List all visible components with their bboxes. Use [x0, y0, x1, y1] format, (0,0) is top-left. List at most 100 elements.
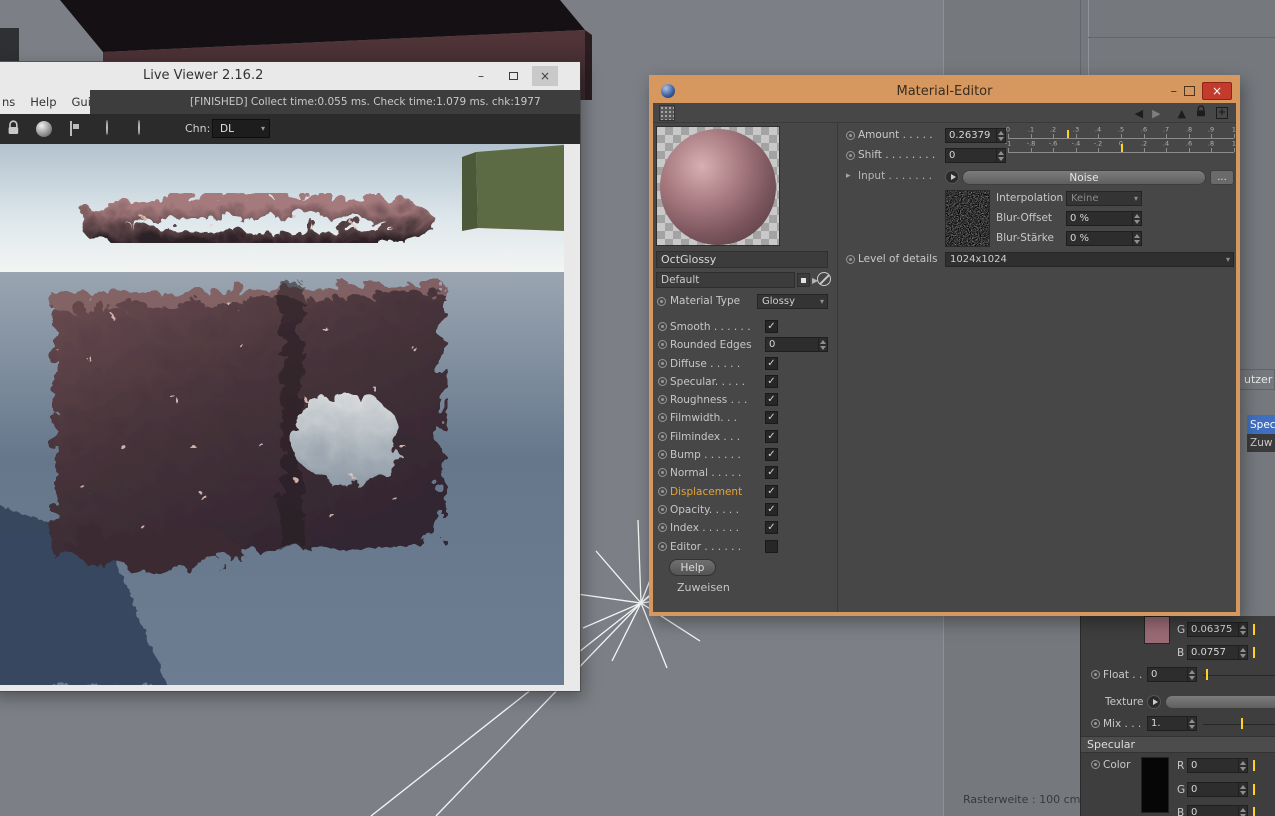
mix-value-field[interactable]: 1.	[1147, 716, 1197, 731]
b2-value-field[interactable]: 0	[1187, 805, 1248, 816]
menu-item-gui[interactable]: Gui	[72, 95, 91, 109]
channel-dropdown[interactable]: DL ▾	[212, 119, 270, 138]
material-name-field[interactable]: OctGlossy	[656, 251, 828, 268]
material-type-anim-dot-icon[interactable]	[657, 297, 666, 306]
float-slider-track[interactable]	[1203, 675, 1275, 676]
channel-checkbox-filmwidth[interactable]: ✓	[765, 411, 778, 425]
preset-swatch-button[interactable]	[797, 273, 810, 287]
lod-anim-dot-icon[interactable]	[846, 255, 855, 264]
maximize-button[interactable]	[1184, 86, 1195, 96]
close-button[interactable]: ×	[1202, 82, 1232, 100]
channel-anim-dot-icon[interactable]	[658, 413, 667, 423]
shift-scale[interactable]: -1-.8-.6-.4-.20.2.4.6.81	[1005, 140, 1236, 154]
blur-offset-field[interactable]: 0 %	[1066, 211, 1142, 226]
mix-slider-track[interactable]	[1203, 724, 1275, 725]
interpolation-dropdown[interactable]: Keine ▾	[1066, 191, 1142, 206]
menu-item-cut[interactable]: ns	[2, 95, 15, 109]
noise-shader-button[interactable]: Noise	[962, 170, 1206, 185]
texture-node-button[interactable]	[1147, 695, 1161, 709]
b2-slider-handle[interactable]	[1253, 807, 1255, 816]
float-value-field[interactable]: 0	[1147, 667, 1197, 682]
channel-anim-dot-icon[interactable]	[658, 504, 667, 514]
channel-anim-dot-icon[interactable]	[658, 468, 667, 478]
material-editor-titlebar[interactable]: Material-Editor – ×	[653, 79, 1236, 103]
channel-checkbox-editor[interactable]	[765, 539, 778, 553]
g2-slider-handle[interactable]	[1253, 784, 1255, 795]
lock-icon[interactable]	[6, 120, 21, 139]
preset-dropdown[interactable]: Default	[656, 272, 795, 288]
minimize-button[interactable]: –	[1171, 84, 1178, 99]
channel-anim-dot-icon[interactable]	[658, 376, 667, 386]
channel-anim-dot-icon[interactable]	[658, 431, 667, 441]
input-node-button[interactable]	[945, 170, 959, 184]
channel-checkbox-smooth[interactable]: ✓	[765, 320, 778, 333]
channel-anim-dot-icon[interactable]	[658, 322, 667, 331]
channel-anim-dot-icon[interactable]	[658, 395, 667, 405]
noise-texture-thumbnail[interactable]	[945, 190, 990, 247]
color-anim-dot-icon[interactable]	[1091, 760, 1100, 769]
blur-strength-field[interactable]: 0 %	[1066, 231, 1142, 246]
specular-color-swatch[interactable]	[1141, 757, 1169, 813]
color-swatch-mauve[interactable]	[1144, 616, 1170, 644]
channel-checkbox-displacement[interactable]: ✓	[765, 484, 778, 498]
zuweisen-label[interactable]: Zuweisen	[677, 581, 730, 594]
amount-scale[interactable]: 0 .1 .2 .3 .4 .5 .6 .7 .8 .9 1	[1006, 126, 1236, 140]
render-view[interactable]	[0, 144, 564, 685]
channel-anim-dot-icon[interactable]	[658, 541, 667, 551]
scale-marker[interactable]	[1121, 144, 1123, 153]
input-expander-icon[interactable]: ▸	[846, 171, 851, 181]
channel-checkbox-bump[interactable]: ✓	[765, 448, 778, 462]
channel-anim-dot-icon[interactable]	[658, 450, 667, 460]
region-render-icon[interactable]	[70, 121, 72, 136]
shift-value-field[interactable]: 0	[945, 148, 1006, 163]
material-type-dropdown[interactable]: Glossy ▾	[757, 294, 828, 309]
amount-value-field[interactable]: 0.26379	[945, 128, 1006, 143]
channel-checkbox-specular[interactable]: ✓	[765, 374, 778, 388]
channel-checkbox-filmindex[interactable]: ✓	[765, 429, 778, 443]
channel-checkbox-roughness[interactable]: ✓	[765, 393, 778, 407]
channel-anim-dot-icon[interactable]	[658, 523, 667, 533]
b-value-field[interactable]: 0.0757	[1187, 645, 1248, 660]
background-tab-cut[interactable]: utzer	[1239, 369, 1275, 390]
g-slider-handle[interactable]	[1253, 624, 1255, 635]
preview-disable-icon[interactable]	[817, 272, 831, 286]
specular-section-header[interactable]: Specular	[1081, 736, 1275, 753]
r2-slider-handle[interactable]	[1253, 760, 1255, 771]
grid-icon[interactable]	[659, 105, 675, 121]
selected-item-spec[interactable]: Spec	[1247, 415, 1275, 434]
lock-icon[interactable]	[1195, 105, 1207, 121]
material-preview[interactable]	[656, 126, 780, 246]
channel-anim-dot-icon[interactable]	[658, 486, 667, 496]
more-options-button[interactable]: ...	[1210, 170, 1234, 185]
menu-item-help[interactable]: Help	[30, 95, 56, 109]
channel-checkbox-index[interactable]: ✓	[765, 521, 778, 535]
float-slider-handle[interactable]	[1206, 669, 1208, 680]
channel-checkbox-normal[interactable]: ✓	[765, 466, 778, 480]
amount-anim-dot-icon[interactable]	[846, 131, 855, 140]
item-zuweisen-cut[interactable]: Zuw	[1247, 434, 1275, 452]
g2-value-field[interactable]: 0	[1187, 782, 1248, 797]
add-box-icon[interactable]: +	[1216, 107, 1228, 119]
close-button[interactable]: ×	[532, 66, 558, 86]
nav-forward-icon[interactable]: ▶	[1152, 108, 1160, 119]
b-slider-handle[interactable]	[1253, 647, 1255, 658]
pick-material-icon[interactable]	[138, 120, 140, 135]
lod-dropdown[interactable]: 1024x1024 ▾	[945, 252, 1234, 267]
channel-anim-dot-icon[interactable]	[658, 340, 667, 350]
scale-marker[interactable]	[1066, 130, 1069, 139]
channel-checkbox-diffuse[interactable]: ✓	[765, 356, 778, 370]
mix-anim-dot-icon[interactable]	[1091, 719, 1100, 728]
maximize-button[interactable]	[500, 66, 526, 86]
channel-anim-dot-icon[interactable]	[658, 358, 667, 368]
g-value-field[interactable]: 0.06375	[1187, 622, 1248, 637]
minimize-button[interactable]: –	[468, 66, 494, 86]
channel-checkbox-opacity[interactable]: ✓	[765, 502, 778, 516]
render-sphere-icon[interactable]	[36, 121, 52, 137]
shift-anim-dot-icon[interactable]	[846, 151, 855, 160]
pick-focus-icon[interactable]	[106, 120, 108, 135]
float-anim-dot-icon[interactable]	[1091, 670, 1100, 679]
help-button[interactable]: Help	[669, 559, 716, 576]
nav-back-icon[interactable]: ◀	[1135, 108, 1143, 119]
nav-up-icon[interactable]: ▲	[1178, 108, 1186, 119]
channel-spinner-rounded-edges[interactable]: 0	[765, 337, 828, 353]
